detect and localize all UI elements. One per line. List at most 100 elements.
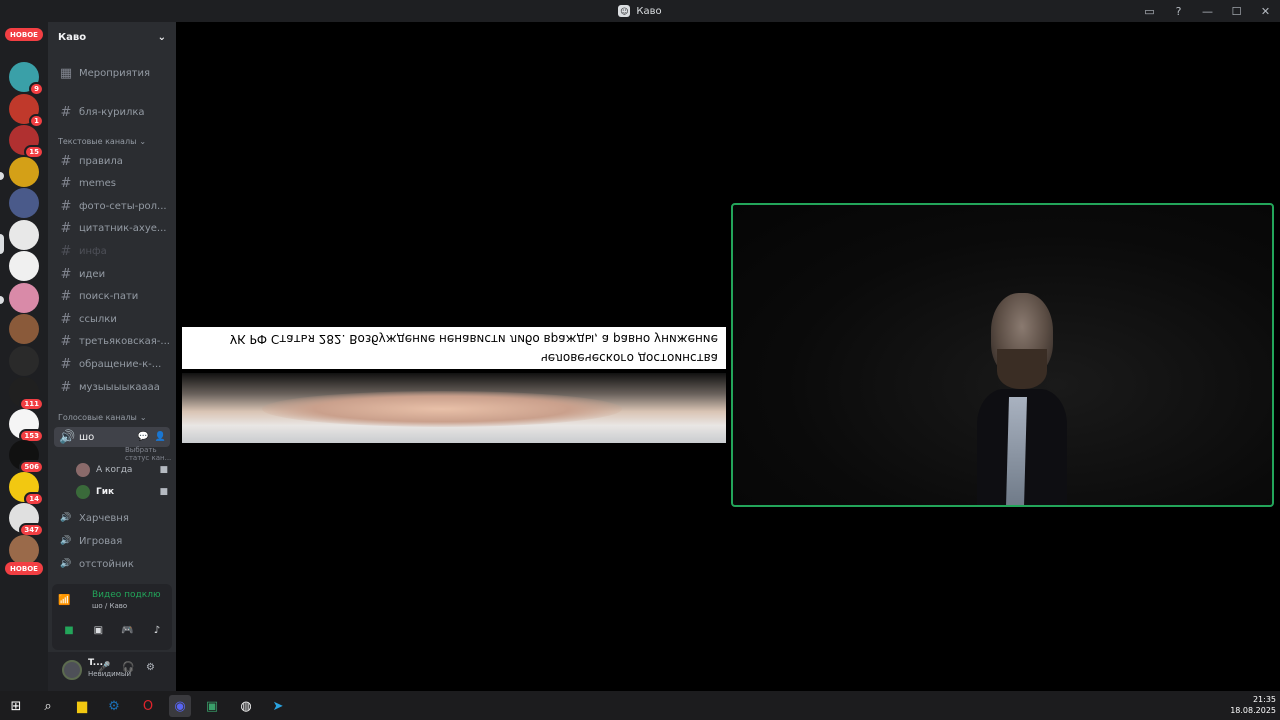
channel-item[interactable]: # фото-сеты-рол... (54, 196, 170, 216)
channel-label: цитатник-ахуе... (79, 223, 167, 235)
speaker-icon: 🔊 (60, 513, 72, 523)
channel-item[interactable]: # инфа (54, 241, 170, 261)
headphones-icon[interactable]: 🎧 (122, 662, 134, 673)
minimize-icon[interactable]: — (1193, 0, 1222, 22)
server-header[interactable]: Каво ⌄ (48, 22, 176, 52)
speaker-icon: 🔊 (59, 429, 76, 445)
channel-item[interactable]: # цитатник-ахуе... (54, 219, 170, 239)
server-icon[interactable] (9, 345, 39, 376)
screen-share-image (182, 373, 726, 443)
voice-user[interactable]: А когда ■ (76, 461, 168, 479)
telegram-icon[interactable]: ➤ (267, 695, 289, 717)
channel-item[interactable]: # третьяковская-... (54, 332, 170, 352)
server-icon: ☺ (618, 5, 631, 17)
server-icon[interactable]: 1 (9, 93, 44, 128)
system-clock[interactable]: 21:35 18.08.2025 (1230, 694, 1276, 716)
channel-item[interactable]: # обращение-к-... (54, 354, 170, 374)
caption-line-1: УК РФ Статья 282. Возбуждение ненависти … (229, 332, 718, 346)
avatar (76, 485, 90, 499)
voice-channel-label: Игровая (79, 535, 123, 547)
channel-item[interactable]: # бля-курилка (54, 102, 170, 122)
active-voice-channel[interactable]: 🔊 шо 💬 👤 (54, 427, 170, 447)
chevron-down-icon: ⌄ (139, 137, 147, 146)
server-icon[interactable] (9, 534, 39, 565)
events-item[interactable]: ▦ Мероприятия (54, 63, 170, 83)
voice-status-prompt[interactable]: Выбрать статус кан... (125, 446, 176, 462)
new-pill-bottom[interactable]: НОВОЕ (5, 562, 43, 575)
soundboard-button[interactable]: ♪ (146, 620, 168, 640)
help-icon[interactable]: ? (1164, 0, 1193, 22)
app-icon[interactable]: ▣ (201, 695, 223, 717)
windows-start-icon[interactable]: ⊞ (5, 695, 27, 717)
maximize-icon[interactable]: ☐ (1222, 0, 1251, 22)
voice-location[interactable]: шо / Каво (92, 602, 127, 610)
folder-icon[interactable]: ▆ (71, 695, 93, 717)
channel-label: фото-сеты-рол... (79, 200, 167, 212)
window-controls: ▭ ? — ☐ ✕ (1135, 0, 1280, 22)
channel-label: ссылки (79, 313, 117, 325)
close-icon[interactable]: ✕ (1251, 0, 1280, 22)
taskbar: ⊞ ⌕ ▆ ⚙ O ◉ ▣ ◍ ➤ 21:35 18.08.2025 (0, 691, 1280, 720)
avatar[interactable] (62, 660, 82, 680)
channel-item[interactable]: # музыыыыкаааа (54, 377, 170, 397)
server-icon[interactable]: 111 (9, 377, 44, 411)
server-icon[interactable] (9, 156, 39, 187)
discord-icon[interactable]: ◉ (169, 695, 191, 717)
server-icon[interactable]: 347 (9, 503, 44, 537)
signal-icon[interactable]: 📶 (58, 595, 70, 606)
hash-icon: # (60, 289, 72, 305)
hash-icon: # (60, 176, 72, 192)
voice-category[interactable]: Голосовые каналы ⌄ (58, 413, 147, 422)
channel-label: третьяковская-... (79, 336, 170, 348)
channel-item[interactable]: # memes (54, 174, 170, 194)
server-icon[interactable] (9, 219, 39, 250)
events-label: Мероприятия (79, 67, 150, 79)
screen-share-button[interactable]: ▣ (87, 620, 109, 640)
activities-button[interactable]: 🎮 (117, 620, 139, 640)
app-2-icon[interactable]: ◍ (235, 695, 257, 717)
gear-icon[interactable]: ⚙ (146, 662, 155, 673)
voice-channel-item[interactable]: 🔊 отстойник (54, 554, 170, 574)
avatar (76, 463, 90, 477)
server-icon[interactable]: 9 (9, 62, 44, 96)
inbox-icon[interactable]: ▭ (1135, 0, 1164, 22)
voice-status-text[interactable]: Видео подклю (92, 590, 161, 600)
server-icon[interactable] (9, 251, 39, 281)
hash-icon: # (60, 311, 72, 327)
voice-actions: ■ ▣ 🎮 ♪ (58, 620, 168, 640)
camera-tile[interactable] (731, 203, 1274, 507)
camera-button[interactable]: ■ (58, 620, 80, 640)
search-icon[interactable]: ⌕ (37, 695, 59, 717)
channel-label: идеи (79, 268, 106, 280)
microphone-icon[interactable]: 🎤 (98, 662, 110, 673)
channel-item[interactable]: # идеи (54, 264, 170, 284)
calendar-icon: ▦ (59, 65, 73, 81)
server-icon[interactable]: 15 (9, 125, 44, 159)
screen-share-tile[interactable]: УК РФ Статья 282. Возбуждение ненависти … (182, 327, 726, 443)
chat-icon[interactable]: 💬 (138, 432, 149, 442)
new-pill-top[interactable]: НОВОЕ (5, 28, 43, 41)
opera-icon[interactable]: O (137, 695, 159, 717)
channel-label: обращение-к-... (79, 358, 162, 370)
voice-connection-panel: 📶 Видео подклю шо / Каво ■ ▣ 🎮 ♪ (52, 584, 172, 650)
voice-channel-item[interactable]: 🔊 Игровая (54, 531, 170, 551)
server-icon[interactable]: 506 (9, 440, 44, 474)
voice-channel-item[interactable]: 🔊 Харчевня (54, 508, 170, 528)
category-label: Текстовые каналы (58, 137, 137, 146)
mention-badge: 1 (29, 113, 44, 128)
channel-item[interactable]: # поиск-пати (54, 287, 170, 307)
text-category[interactable]: Текстовые каналы ⌄ (58, 137, 146, 146)
server-icon[interactable] (9, 188, 39, 218)
server-icon[interactable]: 153 (9, 408, 44, 443)
server-icon[interactable]: 14 (9, 471, 44, 506)
server-icon[interactable] (9, 282, 39, 313)
channel-label: memes (79, 178, 116, 190)
voice-user[interactable]: Гик ■ (76, 483, 168, 501)
server-icon[interactable] (9, 314, 39, 344)
invite-icon[interactable]: 👤 (155, 432, 170, 442)
channel-item[interactable]: # ссылки (54, 309, 170, 329)
server-name: Каво (58, 31, 87, 43)
mention-badge: 9 (29, 82, 44, 96)
steam-icon[interactable]: ⚙ (103, 695, 125, 717)
channel-item[interactable]: # правила (54, 151, 170, 171)
